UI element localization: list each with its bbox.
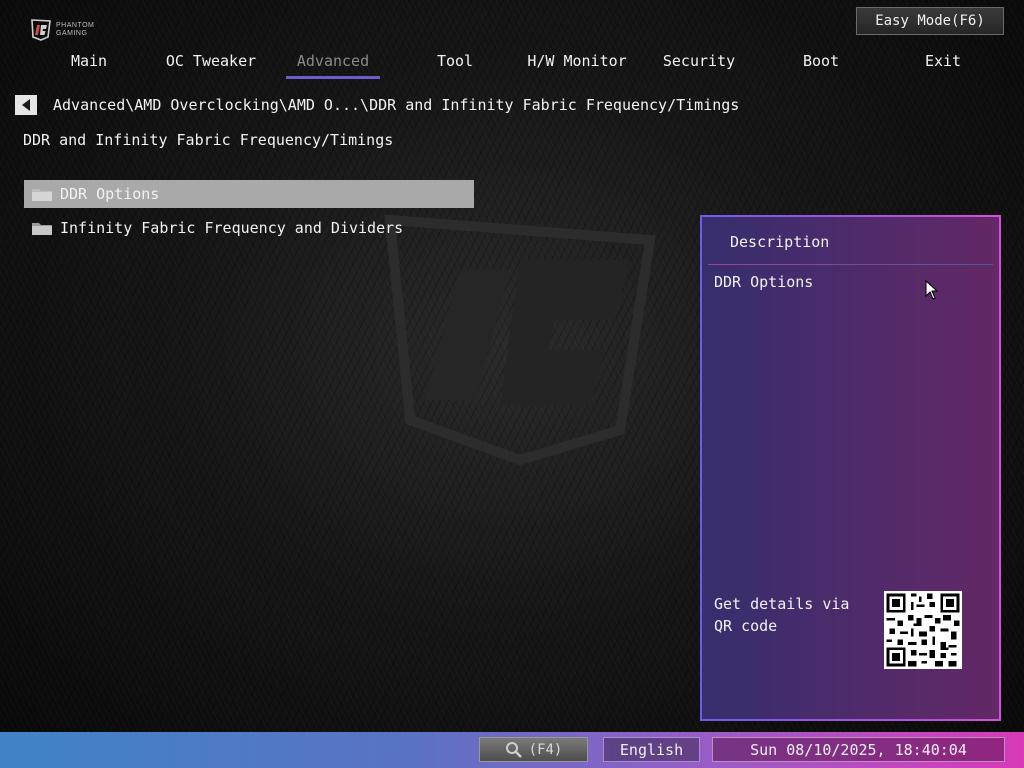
- search-shortcut-label: (F4): [528, 741, 563, 758]
- brand-line-1: PHANTOM: [56, 22, 95, 29]
- search-icon: [505, 741, 522, 758]
- tab-exit[interactable]: Exit: [882, 50, 1004, 80]
- qr-code-icon: [884, 591, 962, 669]
- description-divider: [708, 264, 993, 265]
- tab-advanced[interactable]: Advanced: [272, 50, 394, 80]
- back-button[interactable]: [15, 95, 37, 115]
- main-tabs: Main OC Tweaker Advanced Tool H/W Monito…: [28, 50, 1004, 80]
- qr-hint-text: Get details via QR code: [714, 595, 850, 635]
- description-panel: Description DDR Options Get details via …: [700, 215, 1001, 721]
- search-button[interactable]: (F4): [479, 737, 588, 762]
- description-title: Description: [730, 233, 830, 251]
- tab-boot[interactable]: Boot: [760, 50, 882, 80]
- menu-item-label: Infinity Fabric Frequency and Dividers: [60, 219, 404, 237]
- language-button[interactable]: English: [603, 737, 700, 762]
- menu-item-ddr-options[interactable]: DDR Options: [24, 180, 474, 208]
- folder-icon: [32, 223, 52, 235]
- page-title: DDR and Infinity Fabric Frequency/Timing…: [23, 131, 394, 149]
- tab-hw-monitor[interactable]: H/W Monitor: [516, 50, 638, 80]
- tab-oc-tweaker[interactable]: OC Tweaker: [150, 50, 272, 80]
- menu-item-label: DDR Options: [60, 185, 160, 203]
- bios-screen: PHANTOM GAMING Easy Mode(F6) Main OC Twe…: [0, 0, 1024, 768]
- date-time-display: Sun 08/10/2025, 18:40:04: [712, 737, 1005, 762]
- brand-line-2: GAMING: [56, 30, 88, 37]
- tab-tool[interactable]: Tool: [394, 50, 516, 80]
- breadcrumb: Advanced\AMD Overclocking\AMD O...\DDR a…: [53, 96, 740, 114]
- phantom-gaming-logo-icon: [31, 19, 51, 41]
- back-arrow-icon: [22, 99, 30, 111]
- brand-text: PHANTOM GAMING: [56, 22, 94, 38]
- easy-mode-button[interactable]: Easy Mode(F6): [856, 7, 1004, 35]
- tab-main[interactable]: Main: [28, 50, 150, 80]
- tab-security[interactable]: Security: [638, 50, 760, 80]
- menu-item-infinity-fabric[interactable]: Infinity Fabric Frequency and Dividers: [24, 214, 474, 242]
- mouse-cursor-icon: [925, 280, 939, 300]
- folder-icon: [32, 189, 52, 201]
- brand-logo: PHANTOM GAMING: [30, 16, 110, 44]
- description-body: DDR Options: [714, 273, 814, 291]
